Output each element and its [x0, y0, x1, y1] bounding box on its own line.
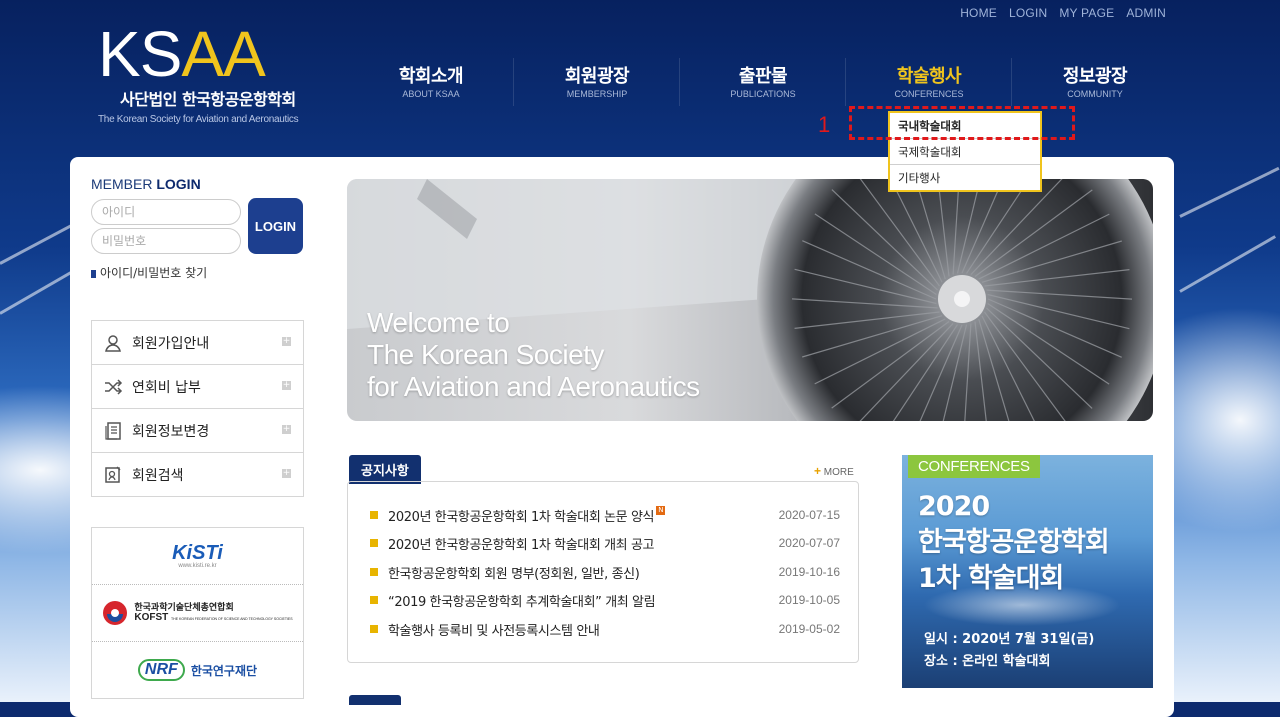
notice-date: 2020-07-07 [778, 536, 840, 550]
top-utility-links: HOME LOGIN MY PAGE ADMIN [960, 6, 1166, 20]
nrf-banner[interactable]: NRF 한국연구재단 [92, 642, 303, 698]
mypage-link[interactable]: MY PAGE [1059, 6, 1114, 20]
bullet-icon [370, 539, 378, 547]
conference-title: 2020 한국항공운항학회 1차 학술대회 [918, 491, 1110, 594]
nav-community[interactable]: 정보광장 COMMUNITY [1012, 62, 1178, 99]
nav-sublabel: CONFERENCES [894, 89, 964, 99]
notice-date: 2019-10-16 [778, 565, 840, 579]
bullet-icon [370, 596, 378, 604]
notice-title: 2020년 한국항공운항학회 1차 학술대회 개최 공고 [388, 537, 655, 553]
notice-item[interactable]: 한국항공운항학회 회원 명부(정회원, 일반, 종신) 2019-10-16 [370, 562, 840, 582]
member-menu-label: 회원가입안내 [132, 335, 210, 352]
id-input[interactable] [91, 199, 241, 225]
conference-banner[interactable]: CONFERENCES 2020 한국항공운항학회 1차 학술대회 일시 : 2… [902, 455, 1153, 688]
conference-place: 장소 : 온라인 학술대회 [924, 654, 1051, 669]
notice-title: 2020년 한국항공운항학회 1차 학술대회 논문 양식 N [388, 505, 772, 525]
admin-link[interactable]: ADMIN [1126, 6, 1166, 20]
hero-welcome-text: Welcome to The Korean Society for Aviati… [367, 307, 700, 402]
nav-label: 회원광장 [564, 66, 630, 87]
bullet-icon [370, 511, 378, 519]
partner-banners: KiSTi www.kisti.re.kr 한국과학기술단체총연합회 KOFST… [91, 527, 304, 699]
kofst-logo: 한국과학기술단체총연합회 KOFST THE KOREAN FEDERATION… [102, 600, 293, 626]
nav-membership[interactable]: 회원광장 MEMBERSHIP [514, 62, 680, 99]
document-icon [102, 420, 124, 442]
notice-tab[interactable]: 공지사항 [349, 455, 421, 484]
user-icon [102, 332, 124, 354]
logo-korean-name: 사단법인 한국항공운항학회 [120, 90, 296, 109]
member-menu-label: 연회비 납부 [132, 379, 201, 396]
nav-conferences[interactable]: 학술행사 CONFERENCES [846, 62, 1012, 99]
dropdown-item-international[interactable]: 국제학술대회 [890, 139, 1040, 165]
logo-mark: KSAA [98, 18, 266, 90]
shuffle-icon [102, 376, 124, 398]
logo-english-name: The Korean Society for Aviation and Aero… [98, 114, 299, 125]
new-badge: N [656, 505, 666, 515]
notice-date: 2019-05-02 [778, 622, 840, 636]
nav-sublabel: ABOUT KSAA [402, 89, 460, 99]
conference-info: 일시 : 2020년 7월 31일(금) 장소 : 온라인 학술대회 [924, 629, 1094, 673]
kisti-logo: KiSTi www.kisti.re.kr [172, 542, 223, 569]
notice-item[interactable]: 2020년 한국항공운항학회 1차 학술대회 개최 공고 2020-07-07 [370, 533, 840, 553]
notice-item[interactable]: 2020년 한국항공운항학회 1차 학술대회 논문 양식 N 2020-07-15 [370, 505, 840, 525]
annotation-highlight-box [849, 106, 1075, 140]
member-menu-join[interactable]: 회원가입안내 + [92, 321, 303, 365]
notice-date: 2020-07-15 [778, 508, 840, 522]
conference-date: 일시 : 2020년 7월 31일(금) [924, 632, 1095, 647]
nav-publications[interactable]: 출판물 PUBLICATIONS [680, 62, 846, 99]
nav-sublabel: COMMUNITY [1067, 89, 1123, 99]
nav-sublabel: PUBLICATIONS [730, 89, 796, 99]
hero-banner: Welcome to The Korean Society for Aviati… [347, 179, 1153, 421]
nav-label: 학회소개 [398, 66, 464, 87]
find-id-password-link[interactable]: 아이디/비밀번호 찾기 [91, 264, 207, 281]
nav-about[interactable]: 학회소개 ABOUT KSAA [348, 62, 514, 99]
dropdown-item-other[interactable]: 기타행사 [890, 165, 1040, 190]
plus-icon: + [282, 380, 291, 390]
annotation-number: 1 [818, 112, 831, 137]
nrf-logo: NRF 한국연구재단 [137, 659, 257, 681]
login-link[interactable]: LOGIN [1009, 6, 1047, 20]
plus-icon: + [282, 336, 291, 346]
kisti-banner[interactable]: KiSTi www.kisti.re.kr [92, 528, 303, 585]
nav-label: 학술행사 [896, 66, 962, 87]
member-menu: 회원가입안내 + 연회비 납부 + 회원정보변경 + 회원검색 + [91, 320, 304, 497]
notice-title: “2019 한국항공운항학회 추계학술대회” 개최 알림 [388, 594, 656, 610]
conference-tag: CONFERENCES [908, 455, 1040, 478]
home-link[interactable]: HOME [960, 6, 997, 20]
second-board-tab[interactable] [349, 695, 401, 705]
member-menu-label: 회원검색 [132, 467, 184, 484]
nav-label: 정보광장 [1062, 66, 1128, 87]
search-card-icon [102, 464, 124, 486]
password-input[interactable] [91, 228, 241, 254]
login-button[interactable]: LOGIN [248, 198, 303, 254]
bullet-icon [370, 568, 378, 576]
member-menu-edit[interactable]: 회원정보변경 + [92, 409, 303, 453]
site-logo[interactable]: KSAA 사단법인 한국항공운항학회 The Korean Society fo… [98, 18, 328, 125]
notice-title: 한국항공운항학회 회원 명부(정회원, 일반, 종신) [388, 566, 640, 582]
plus-icon: + [282, 468, 291, 478]
member-menu-search[interactable]: 회원검색 + [92, 453, 303, 496]
notice-item[interactable]: “2019 한국항공운항학회 추계학술대회” 개최 알림 2019-10-05 [370, 590, 840, 610]
notice-item[interactable]: 학술행사 등록비 및 사전등록시스템 안내 2019-05-02 [370, 619, 840, 639]
member-menu-fee[interactable]: 연회비 납부 + [92, 365, 303, 409]
notice-date: 2019-10-05 [778, 593, 840, 607]
plus-icon: + [282, 424, 291, 434]
main-nav: 학회소개 ABOUT KSAA 회원광장 MEMBERSHIP 출판물 PUBL… [348, 58, 1178, 106]
notice-more-link[interactable]: + MORE [814, 464, 854, 478]
bullet-icon [370, 625, 378, 633]
kofst-emblem-icon [103, 601, 128, 625]
nav-label: 출판물 [738, 66, 788, 87]
member-login-title: MEMBER LOGIN [91, 176, 201, 192]
member-menu-label: 회원정보변경 [132, 423, 210, 440]
notice-title: 학술행사 등록비 및 사전등록시스템 안내 [388, 623, 600, 639]
kofst-banner[interactable]: 한국과학기술단체총연합회 KOFST THE KOREAN FEDERATION… [92, 585, 303, 642]
notice-list: 2020년 한국항공운항학회 1차 학술대회 논문 양식 N 2020-07-15… [347, 481, 859, 663]
nav-sublabel: MEMBERSHIP [566, 89, 628, 99]
